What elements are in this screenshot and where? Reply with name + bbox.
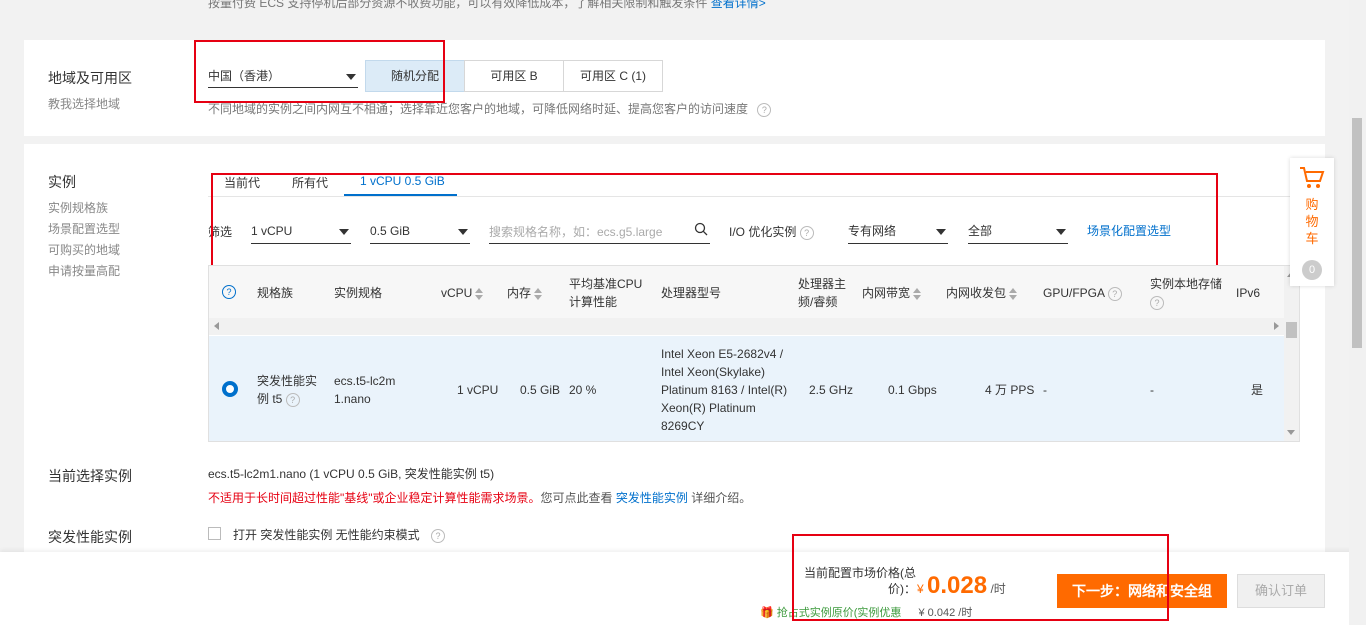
burst-label: 突发性能实例 (48, 529, 132, 545)
col-memory-label: 内存 (507, 286, 532, 300)
row-vcpu: 1 vCPU (457, 383, 499, 397)
burst-option: 打开 突发性能实例 无性能约束模式 ? (233, 526, 446, 543)
help-icon[interactable]: ? (431, 528, 446, 543)
instance-title: 实例 (48, 174, 76, 190)
col-spec: 实例规格 (334, 286, 383, 300)
page-scrollbar[interactable] (1349, 0, 1366, 625)
help-icon[interactable]: ? (222, 285, 236, 299)
current-selection-label: 当前选择实例 (48, 468, 132, 484)
annotation-box-filters (211, 173, 1218, 270)
row-radio-selected[interactable] (222, 381, 238, 397)
col-pps[interactable]: 内网收发包 (946, 284, 1018, 302)
row-cpu-model: Intel Xeon E5-2682v4 / Intel Xeon(Skylak… (661, 347, 788, 433)
burst-warning-text: 不适用于长时间超过性能"基线"或企业稳定计算性能需求场景。 (208, 491, 541, 505)
side-link-family[interactable]: 实例规格族 (48, 199, 108, 216)
row-pps: 4 万 PPS (985, 383, 1035, 397)
sort-icon[interactable] (475, 287, 484, 300)
col-clock: 处理器主频/睿频 (798, 277, 847, 309)
scroll-down-icon[interactable] (1287, 430, 1295, 435)
scroll-right-icon[interactable] (1274, 322, 1279, 330)
help-icon[interactable]: ? (1150, 295, 1164, 310)
col-gpu-label: GPU/FPGA (1043, 286, 1105, 300)
annotation-box-price (792, 534, 1169, 621)
gift-icon: 🎁 (760, 607, 774, 619)
region-note-text: 不同地域的实例之间内网互不相通；选择靠近您客户的地域，可降低网络时延、提高您客户… (208, 102, 749, 116)
side-link-apply[interactable]: 申请按量高配 (48, 262, 120, 279)
side-link-regions[interactable]: 可购买的地域 (48, 241, 120, 258)
col-baseline: 平均基准CPU计算性能 (569, 277, 643, 309)
cart-icon (1300, 167, 1325, 188)
notice-link[interactable]: 查看详情> (711, 0, 766, 10)
scroll-left-icon[interactable] (214, 322, 219, 330)
row-gpu: - (1043, 383, 1047, 397)
burst-option-text: 打开 突发性能实例 无性能约束模式 (233, 528, 420, 542)
top-notice: 按量付费 ECS 支持停机后部分资源不收费功能，可以有效降低成本，了解相关限制和… (208, 0, 766, 11)
row-memory: 0.5 GiB (520, 383, 561, 397)
burst-instance-link[interactable]: 突发性能实例 (616, 491, 688, 505)
col-local-storage-label: 实例本地存储 (1150, 277, 1223, 291)
row-local-storage: - (1150, 383, 1154, 397)
current-selection-value: ecs.t5-lc2m1.nano (1 vCPU 0.5 GiB, 突发性能实… (208, 467, 495, 481)
help-icon[interactable]: ? (285, 392, 300, 407)
row-family: 突发性能实例 t5 ? (257, 372, 323, 408)
sort-icon[interactable] (913, 287, 922, 300)
side-link-scene[interactable]: 场景配置选型 (48, 220, 120, 237)
confirm-order-button[interactable]: 确认订单 (1237, 574, 1325, 608)
table-vertical-scrollbar[interactable] (1284, 266, 1299, 441)
col-bandwidth-label: 内网带宽 (862, 286, 911, 300)
cart-label: 购物车 (1305, 197, 1319, 246)
annotation-box-region (194, 40, 445, 103)
help-icon[interactable]: ? (1107, 286, 1122, 301)
help-icon[interactable]: ? (757, 102, 772, 117)
col-family: 规格族 (257, 286, 294, 300)
row-spec: ecs.t5-lc2m1.nano (334, 374, 396, 406)
burst-warning-end: 详细介绍。 (691, 491, 752, 505)
col-local-storage: 实例本地存储? (1150, 275, 1222, 311)
burst-warning-tail: 您可点此查看 (540, 491, 613, 505)
region-title: 地域及可用区 (48, 70, 132, 86)
sort-icon[interactable] (1009, 287, 1018, 300)
col-cpu-model: 处理器型号 (661, 286, 722, 300)
cart-count-badge: 0 (1302, 260, 1322, 280)
col-bandwidth[interactable]: 内网带宽 (862, 284, 922, 302)
horizontal-scrollbar[interactable] (209, 318, 1284, 335)
row-baseline: 20 % (569, 383, 597, 397)
row-clock: 2.5 GHz (809, 383, 854, 397)
table-scroll-thumb[interactable] (1286, 322, 1297, 338)
sort-icon[interactable] (534, 287, 543, 300)
col-gpu: GPU/FPGA ? (1043, 284, 1122, 302)
col-pps-label: 内网收发包 (946, 286, 1007, 300)
row-ipv6: 是 (1251, 383, 1264, 397)
notice-text: 按量付费 ECS 支持停机后部分资源不收费功能，可以有效降低成本，了解相关限制和… (208, 0, 708, 10)
zone-c[interactable]: 可用区 C (1) (563, 60, 663, 92)
col-memory[interactable]: 内存 (507, 284, 543, 302)
col-vcpu[interactable]: vCPU (441, 284, 484, 302)
row-bandwidth: 0.1 Gbps (888, 383, 937, 397)
col-vcpu-label: vCPU (441, 286, 473, 300)
shopping-cart-widget[interactable]: 购物车 0 (1290, 158, 1334, 286)
col-ipv6: IPv6 (1236, 286, 1261, 300)
region-subtitle-link[interactable]: 教我选择地域 (48, 95, 120, 112)
burst-warning: 不适用于长时间超过性能"基线"或企业稳定计算性能需求场景。您可点此查看 突发性能… (208, 489, 751, 506)
zone-b[interactable]: 可用区 B (464, 60, 564, 92)
burst-checkbox[interactable] (208, 527, 221, 540)
page-scroll-thumb[interactable] (1352, 118, 1362, 348)
